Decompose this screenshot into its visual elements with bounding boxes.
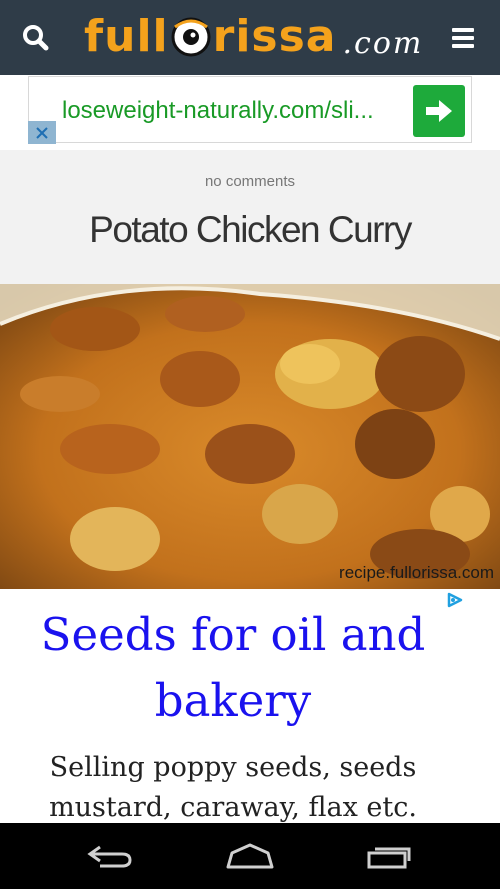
back-icon: [87, 845, 132, 868]
logo-text-full: full: [84, 11, 169, 62]
home-icon: [226, 843, 274, 869]
recent-apps-icon: [367, 847, 411, 869]
logo-text-rissa: rissa: [212, 11, 337, 62]
system-nav-bar: [0, 823, 500, 889]
image-watermark: recipe.fullorissa.com: [339, 563, 494, 582]
close-icon: [36, 126, 48, 139]
menu-button[interactable]: [448, 22, 480, 54]
recent-apps-button[interactable]: [360, 836, 420, 876]
ad-title[interactable]: Seeds for oil and bakery: [0, 602, 466, 734]
hamburger-menu-icon: [452, 28, 474, 48]
home-button[interactable]: [220, 836, 280, 876]
adchoices-button[interactable]: [444, 591, 466, 609]
search-button[interactable]: [20, 22, 52, 54]
ad-description: Selling poppy seeds, seeds mustard, cara…: [49, 752, 417, 823]
recipe-image: recipe.fullorissa.com: [0, 284, 500, 589]
post-header: no comments Potato Chicken Curry: [0, 150, 500, 284]
comments-link[interactable]: no comments: [0, 173, 500, 190]
adchoices-icon: [447, 592, 463, 608]
ad-go-button[interactable]: [413, 85, 465, 137]
logo-eye-icon: [171, 17, 211, 57]
curry-photo: [0, 284, 500, 589]
back-button[interactable]: [80, 836, 140, 876]
logo-text-dotcom: .com: [342, 25, 424, 61]
arrow-right-icon: [426, 100, 452, 122]
ad-banner[interactable]: loseweight-naturally.com/sli...: [28, 76, 472, 143]
search-icon: [23, 25, 49, 51]
site-logo[interactable]: full rissa .com: [84, 6, 423, 68]
post-title: Potato Chicken Curry: [89, 209, 412, 250]
ad-url-link[interactable]: loseweight-naturally.com/sli...: [62, 97, 374, 125]
ad-close-button[interactable]: [28, 121, 56, 144]
site-header: full rissa .com: [0, 0, 500, 75]
ad-unit[interactable]: Seeds for oil and bakery Selling poppy s…: [0, 589, 466, 823]
